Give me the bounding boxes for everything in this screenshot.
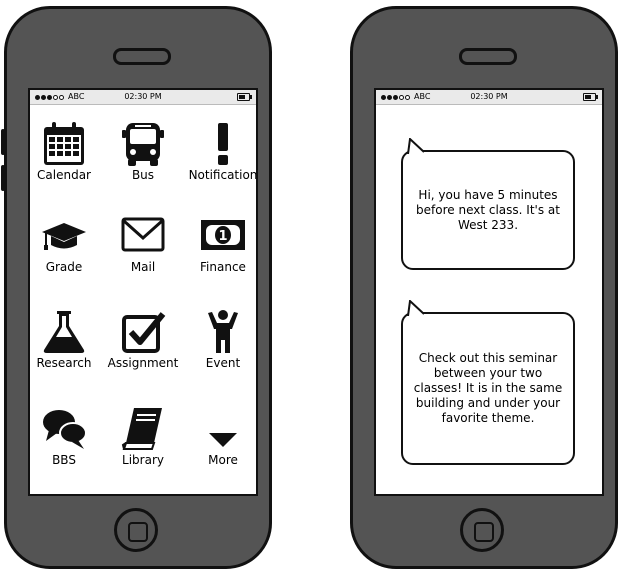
person-icon: [208, 310, 238, 353]
status-bar: ABC 02:30 PM: [30, 90, 256, 105]
app-bus[interactable]: Bus: [103, 120, 183, 182]
app-finance[interactable]: 1 Finance: [183, 212, 256, 274]
earpiece-speaker: [459, 48, 517, 65]
home-button-square-icon: [128, 522, 148, 542]
phone-right: ABC 02:30 PM Hi, you have 5 minutes befo…: [350, 6, 618, 569]
app-research[interactable]: Research: [30, 308, 104, 370]
app-more[interactable]: More: [183, 405, 256, 467]
app-calendar[interactable]: Calendar: [30, 120, 104, 182]
svg-text:1: 1: [218, 229, 227, 244]
status-time: 02:30 PM: [470, 92, 508, 101]
message-bubble[interactable]: Check out this seminar between your two …: [401, 300, 575, 465]
phone-left: ABC 02:30 PM Calendar Bus Notification G…: [1, 6, 272, 569]
speech-tail-icon: [407, 138, 425, 154]
book-icon: [121, 408, 162, 450]
home-button[interactable]: [114, 508, 158, 552]
flask-icon: [43, 311, 85, 353]
bus-icon: [122, 123, 164, 166]
volume-up-button: [1, 129, 5, 155]
volume-down-button: [1, 165, 5, 191]
app-library[interactable]: Library: [103, 405, 183, 467]
app-notification[interactable]: Notification: [183, 120, 258, 182]
message-bubble[interactable]: Hi, you have 5 minutes before next class…: [401, 138, 575, 270]
app-label: Mail: [130, 260, 156, 274]
app-label: Research: [36, 356, 92, 370]
calendar-icon: [44, 122, 84, 165]
home-button[interactable]: [460, 508, 504, 552]
message-text: Hi, you have 5 minutes before next class…: [416, 187, 560, 232]
app-label: Assignment: [107, 356, 179, 370]
notification-screen: ABC 02:30 PM Hi, you have 5 minutes befo…: [374, 88, 604, 496]
app-label: Event: [205, 356, 241, 370]
app-label: Grade: [45, 260, 83, 274]
battery-icon: [237, 93, 252, 101]
checkbox-icon: [122, 312, 166, 353]
earpiece-speaker: [113, 48, 171, 65]
app-grade[interactable]: Grade: [30, 212, 104, 274]
app-label: Notification: [188, 168, 258, 182]
status-bar: ABC 02:30 PM: [376, 90, 602, 105]
app-label: Finance: [200, 260, 246, 274]
app-bbs[interactable]: BBS: [30, 405, 104, 467]
exclamation-icon: [218, 123, 228, 165]
triangle-down-icon: [209, 433, 237, 447]
battery-icon: [583, 93, 598, 101]
home-button-square-icon: [474, 522, 494, 542]
graduation-cap-icon: [42, 223, 86, 250]
app-mail[interactable]: Mail: [103, 212, 183, 274]
app-assignment[interactable]: Assignment: [103, 308, 183, 370]
app-label: BBS: [52, 453, 76, 467]
app-label: Library: [122, 453, 164, 467]
status-time: 02:30 PM: [124, 92, 162, 101]
message-text: Check out this seminar between your two …: [413, 351, 563, 425]
app-label: More: [208, 453, 238, 467]
chat-bubbles-icon: [43, 410, 87, 449]
app-label: Calendar: [37, 168, 91, 182]
speech-tail-icon: [407, 300, 425, 316]
app-label: Bus: [131, 168, 155, 182]
home-screen: ABC 02:30 PM Calendar Bus Notification G…: [28, 88, 258, 496]
banknote-icon: 1: [201, 220, 245, 250]
app-event[interactable]: Event: [183, 308, 256, 370]
envelope-icon: [121, 217, 165, 252]
